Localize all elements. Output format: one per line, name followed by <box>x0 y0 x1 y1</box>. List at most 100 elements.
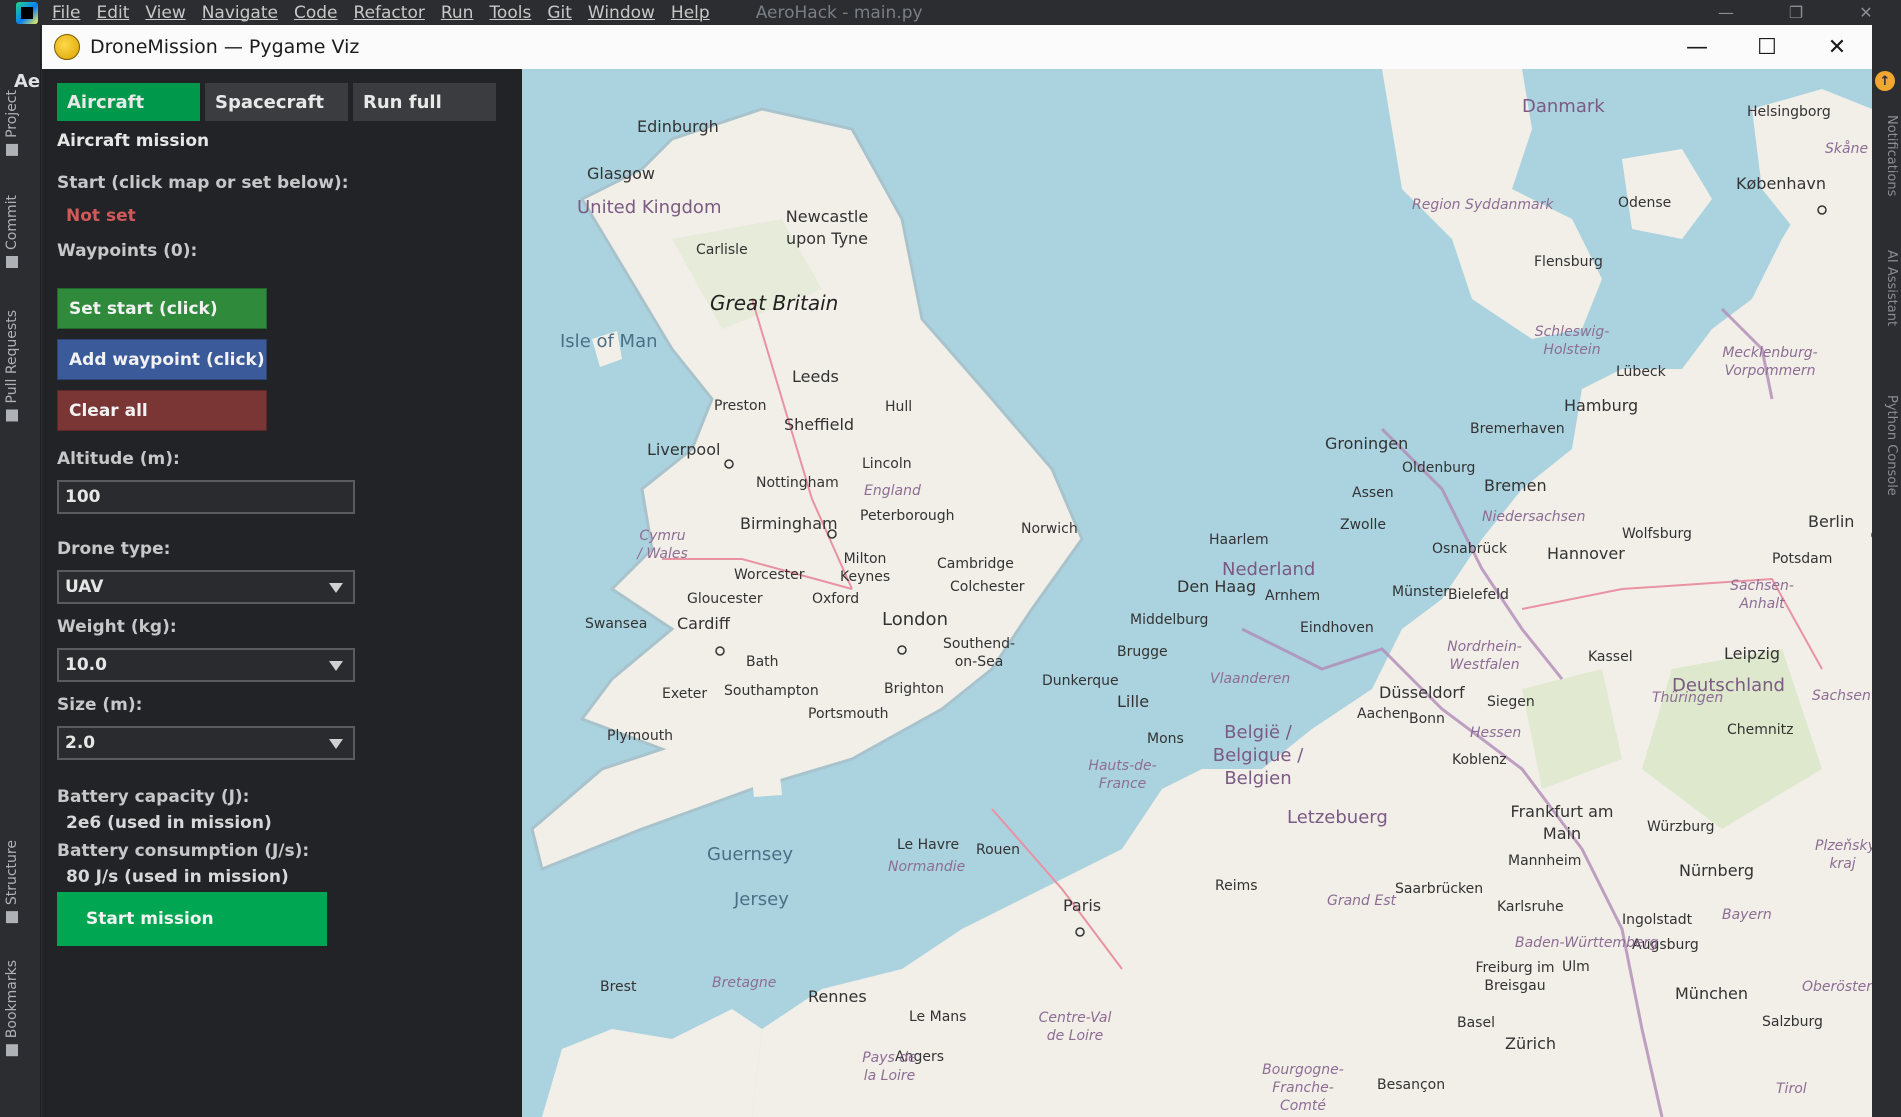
map-region-label: Normandie <box>888 859 966 875</box>
ide-maximize-icon[interactable]: ❐ <box>1761 0 1831 25</box>
drone-type-select[interactable]: UAV <box>57 570 355 604</box>
tool-tab-structure[interactable]: Structure <box>4 840 20 924</box>
altitude-input-value: 100 <box>65 487 101 507</box>
menu-run[interactable]: Run <box>441 3 474 23</box>
menu-git[interactable]: Git <box>547 3 572 23</box>
ide-close-icon[interactable]: ✕ <box>1831 0 1901 25</box>
map-label: München <box>1675 984 1749 1003</box>
map-label: Preston <box>714 398 767 414</box>
ide-project-abbrev: Ae <box>14 71 41 92</box>
map-label: Assen <box>1352 485 1394 501</box>
menu-edit[interactable]: Edit <box>96 3 129 23</box>
map-label: Bath <box>746 654 779 670</box>
map-label: Ulm <box>1562 959 1590 975</box>
menu-navigate[interactable]: Navigate <box>202 3 278 23</box>
menu-refactor[interactable]: Refactor <box>354 3 425 23</box>
map-region-label: Sachsen <box>1812 688 1871 704</box>
tool-tab-pull-requests[interactable]: Pull Requests <box>4 310 20 422</box>
map-region-label: Plzeňský kraj <box>1815 838 1872 872</box>
map-label: Cambridge <box>937 556 1014 572</box>
minimize-icon[interactable]: — <box>1662 25 1732 69</box>
map-label: Carlisle <box>696 242 748 258</box>
ide-minimize-icon[interactable]: — <box>1691 0 1761 25</box>
map-label: Brest <box>600 979 637 995</box>
weight-label: Weight (kg): <box>57 617 177 637</box>
add-waypoint-button[interactable]: Add waypoint (click) <box>57 339 267 380</box>
menu-code[interactable]: Code <box>294 3 338 23</box>
tab-aircraft[interactable]: Aircraft <box>57 83 200 121</box>
tool-tab-project[interactable]: Project <box>4 90 20 156</box>
map-label: Münster <box>1392 584 1449 600</box>
map-label: Colchester <box>950 579 1025 595</box>
map-label: Birmingham <box>740 514 838 533</box>
tab-run-full[interactable]: Run full <box>353 83 496 121</box>
map-country-label: United Kingdom <box>577 197 722 218</box>
map-region-label: Bretagne <box>712 975 777 991</box>
panel-heading: Aircraft mission <box>57 131 210 151</box>
map-label: Aachen <box>1357 706 1410 722</box>
mission-control-panel: Aircraft Spacecraft Run full Aircraft mi… <box>42 69 522 1117</box>
tab-spacecraft[interactable]: Spacecraft <box>205 83 348 121</box>
menu-help[interactable]: Help <box>671 3 710 23</box>
map-label: Haarlem <box>1209 532 1269 548</box>
size-select[interactable]: 2.0 <box>57 726 355 760</box>
chevron-down-icon <box>329 583 343 593</box>
map-label: Lille <box>1117 692 1150 711</box>
battery-consumption-value: 80 J/s (used in mission) <box>66 867 289 887</box>
map-label: Osnabrück <box>1432 541 1508 557</box>
drone-type-label: Drone type: <box>57 539 171 559</box>
map-region-label: Hauts-de-France <box>1088 758 1157 792</box>
map-label: Worcester <box>734 567 805 583</box>
map-label: Plymouth <box>607 728 674 744</box>
set-start-button[interactable]: Set start (click) <box>57 288 267 329</box>
map-label: Ingolstadt <box>1622 912 1693 928</box>
ide-right-toolwindow-strip: ↑ Notifications AI Assistant Python Cons… <box>1871 25 1901 1117</box>
map-canvas[interactable]: Edinburgh Glasgow Newcastle upon Tyne Ca… <box>522 69 1872 1117</box>
battery-capacity-label: Battery capacity (J): <box>57 787 250 807</box>
map-region-label: Grand Est <box>1327 893 1397 909</box>
map-label: Wolfsburg <box>1622 526 1692 542</box>
altitude-label: Altitude (m): <box>57 449 180 469</box>
tool-tab-commit[interactable]: Commit <box>4 195 20 268</box>
update-notification-icon[interactable]: ↑ <box>1875 71 1895 91</box>
menu-file[interactable]: File <box>52 3 80 23</box>
map-label: Oldenburg <box>1402 460 1476 476</box>
tool-tab-bookmarks[interactable]: Bookmarks <box>4 960 20 1057</box>
map-label: Flensburg <box>1534 254 1603 270</box>
map-country-label: België / Belgique / Belgien <box>1212 722 1304 789</box>
drone-type-select-value: UAV <box>65 577 104 597</box>
map-label: Le Havre <box>897 837 960 853</box>
map-label: Bielefeld <box>1448 587 1509 603</box>
tool-tab-ai-assistant[interactable]: AI Assistant <box>1884 250 1899 326</box>
menu-window[interactable]: Window <box>588 3 655 23</box>
battery-capacity-value: 2e6 (used in mission) <box>66 813 272 833</box>
map-label: Zürich <box>1505 1034 1557 1053</box>
start-mission-button[interactable]: Start mission <box>57 892 327 946</box>
tool-tab-notifications[interactable]: Notifications <box>1884 115 1899 196</box>
map-region-label: Niedersachsen <box>1482 509 1586 525</box>
app-window-title: DroneMission — Pygame Viz <box>90 36 360 58</box>
clear-all-button[interactable]: Clear all <box>57 390 267 431</box>
map-region-label: Bayern <box>1722 907 1772 923</box>
maximize-icon[interactable]: ☐ <box>1732 25 1802 69</box>
pull-request-icon <box>6 409 18 422</box>
menu-view[interactable]: View <box>145 3 185 23</box>
map-region-label: Schleswig-Holstein <box>1534 324 1610 358</box>
map-label: Saarbrücken <box>1395 881 1484 897</box>
tool-tab-python-console[interactable]: Python Console <box>1884 395 1899 496</box>
map-label: Norwich <box>1021 521 1078 537</box>
altitude-input[interactable]: 100 <box>57 480 355 514</box>
weight-select[interactable]: 10.0 <box>57 648 355 682</box>
map-label: Le Mans <box>909 1009 967 1025</box>
app-titlebar: DroneMission — Pygame Viz — ☐ ✕ <box>42 25 1872 70</box>
map-region-label: Tirol <box>1776 1081 1807 1097</box>
menu-tools[interactable]: Tools <box>489 3 531 23</box>
map-isle-label: Guernsey <box>707 844 794 865</box>
pycharm-logo-icon[interactable] <box>16 1 38 24</box>
close-icon[interactable]: ✕ <box>1802 25 1872 69</box>
map-label: Newcastle upon Tyne <box>785 207 869 248</box>
map-label: Middelburg <box>1130 612 1209 628</box>
chevron-down-icon <box>329 661 343 671</box>
map-label: Zwolle <box>1340 517 1386 533</box>
size-label: Size (m): <box>57 695 143 715</box>
